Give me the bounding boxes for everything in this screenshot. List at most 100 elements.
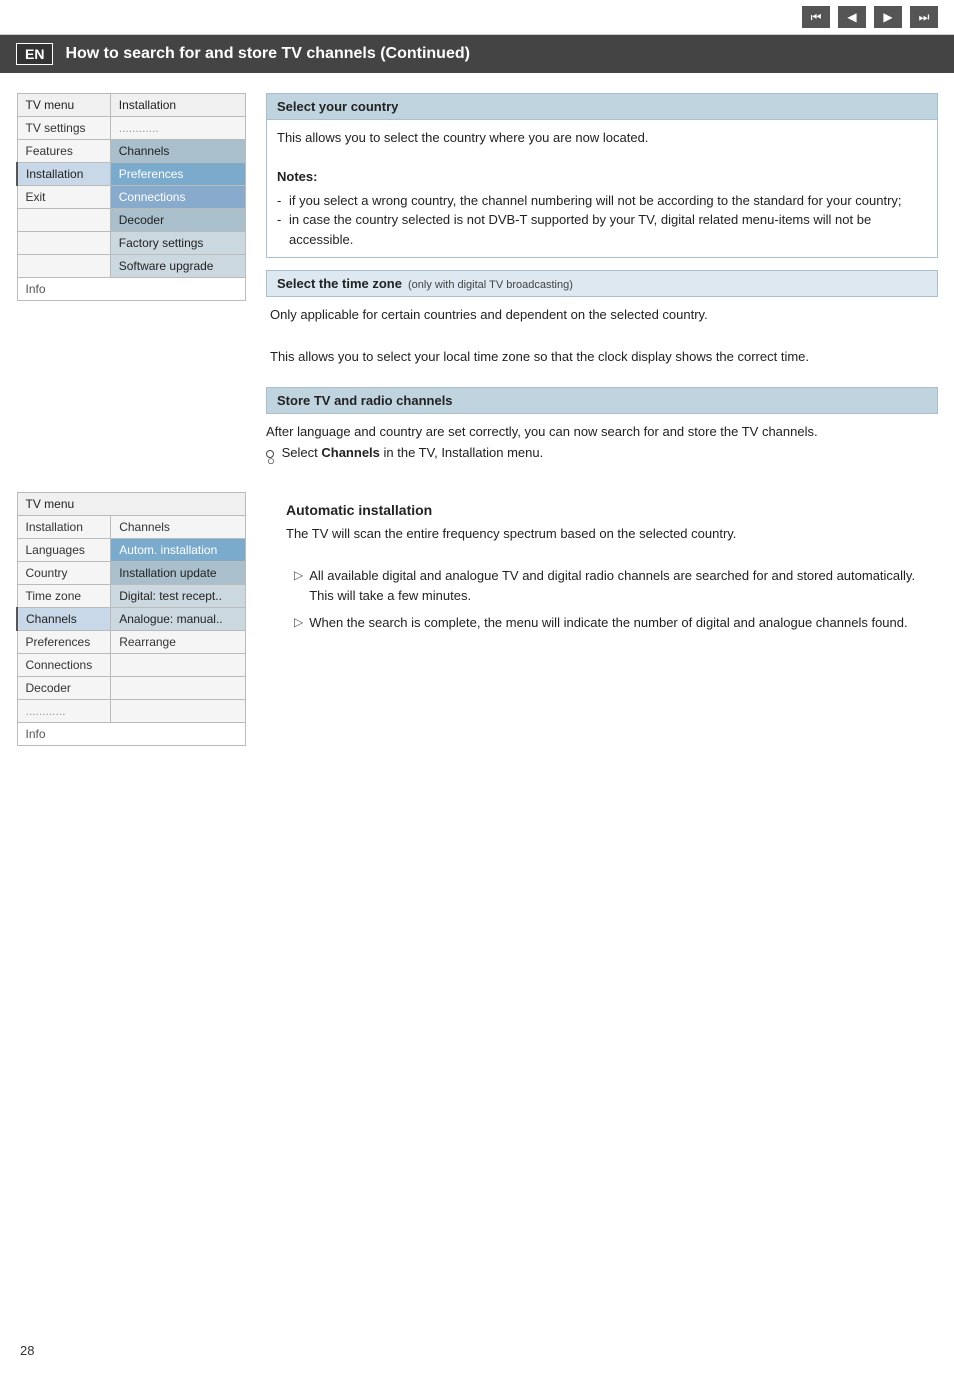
menu2-row8-col1: Decoder [17, 676, 111, 699]
auto-install-title: Automatic installation [286, 502, 938, 518]
menu2-row4-col2: Digital: test recept.. [111, 584, 246, 607]
store-select-bold: Channels [321, 445, 380, 460]
menu1-header-col1: TV menu [17, 94, 110, 117]
right-content: Select your country This allows you to s… [266, 93, 938, 464]
table-row: Country Installation update [17, 561, 246, 584]
nav-last-button[interactable]: ⏭ [910, 6, 938, 28]
timezone-title-text: Select the time zone [277, 276, 402, 291]
menu2-container: TV menu Installation Channels Languages … [16, 492, 266, 746]
table-row: Exit Connections [17, 186, 246, 209]
table-row: TV settings ............ [17, 117, 246, 140]
table-row: Decoder [17, 209, 246, 232]
auto-install-body: The TV will scan the entire frequency sp… [286, 524, 938, 634]
store-body: After language and country are set corre… [266, 422, 938, 464]
menu2-row8-col2 [111, 676, 246, 699]
menu2-info-label: Info [17, 722, 246, 745]
top-bar: ⏮ ◀ ▶ ⏭ [0, 0, 954, 35]
menu1-row1-col1: TV settings [17, 117, 110, 140]
notes-list: if you select a wrong country, the chann… [277, 191, 927, 250]
menu2-row7-col1: Connections [17, 653, 111, 676]
lang-badge: EN [16, 43, 53, 65]
menu2-header-row: TV menu [17, 492, 246, 515]
table-row: Time zone Digital: test recept.. [17, 584, 246, 607]
menu2-row2-col1: Languages [17, 538, 111, 561]
menu2-row3-col2: Installation update [111, 561, 246, 584]
store-section: Store TV and radio channels After langua… [266, 387, 938, 464]
store-select-prefix: Select [282, 445, 322, 460]
auto-install-item1: ▷ All available digital and analogue TV … [286, 566, 938, 608]
timezone-para1: Only applicable for certain countries an… [270, 305, 934, 326]
menu2-row9-col1: ............ [17, 699, 111, 722]
table-row: Connections [17, 653, 246, 676]
menu2-info-row: Info [17, 722, 246, 745]
menu1-header-col2: Installation [110, 94, 245, 117]
store-select: ○ Select Channels in the TV, Installatio… [266, 443, 938, 464]
menu2-row6-col2: Rearrange [111, 630, 246, 653]
menu2-row1-col1: Installation [17, 515, 111, 538]
select-country-title: Select your country [267, 94, 937, 120]
page-title: How to search for and store TV channels … [65, 45, 469, 63]
arrow-icon-2: ▷ [294, 613, 303, 634]
menu2-row7-col2 [111, 653, 246, 676]
table-row: Channels Analogue: manual.. [17, 607, 246, 630]
table-row: Preferences Rearrange [17, 630, 246, 653]
auto-install-para: The TV will scan the entire frequency sp… [286, 524, 938, 545]
store-select-suffix: in the TV, Installation menu. [380, 445, 543, 460]
menu1-row3-col1: Installation [17, 163, 110, 186]
select-country-para: This allows you to select the country wh… [277, 128, 927, 148]
menu1-row5-col2: Decoder [110, 209, 245, 232]
menu2-row1-col2: Channels [111, 515, 246, 538]
menu1-row2-col2: Channels [110, 140, 245, 163]
menu1-row6-col1 [17, 232, 110, 255]
auto-install-item2: ▷ When the search is complete, the menu … [286, 613, 938, 634]
auto-install-item1-text: All available digital and analogue TV an… [309, 566, 938, 608]
arrow-icon-1: ▷ [294, 566, 303, 608]
notes-label: Notes: [277, 167, 927, 187]
menu2-row9-col2 [111, 699, 246, 722]
table-row: Installation Preferences [17, 163, 246, 186]
table-row: Features Channels [17, 140, 246, 163]
menu1-row7-col1 [17, 255, 110, 278]
bottom-section: TV menu Installation Channels Languages … [0, 472, 954, 746]
menu1-table: TV menu Installation TV settings .......… [16, 93, 246, 301]
table-row: Languages Autom. installation [17, 538, 246, 561]
menu2-table: TV menu Installation Channels Languages … [16, 492, 246, 746]
select-country-section: Select your country This allows you to s… [266, 93, 938, 258]
table-row: Software upgrade [17, 255, 246, 278]
table-row: Installation Channels [17, 515, 246, 538]
main-content: TV menu Installation TV settings .......… [0, 73, 954, 464]
menu1-container: TV menu Installation TV settings .......… [16, 93, 266, 464]
menu1-row3-col2: Preferences [110, 163, 245, 186]
bullet-circle-icon: ○ [266, 450, 274, 458]
menu1-row7-col2: Software upgrade [110, 255, 245, 278]
store-para1: After language and country are set corre… [266, 422, 938, 443]
menu2-row3-col1: Country [17, 561, 111, 584]
nav-prev-button[interactable]: ◀ [838, 6, 866, 28]
nav-next-button[interactable]: ▶ [874, 6, 902, 28]
page-number: 28 [20, 1343, 34, 1358]
menu2-row4-col1: Time zone [17, 584, 111, 607]
timezone-body: Only applicable for certain countries an… [266, 305, 938, 367]
menu1-info-row: Info [17, 278, 246, 301]
menu1-info-label: Info [17, 278, 246, 301]
menu1-row4-col2: Connections [110, 186, 245, 209]
menu2-header: TV menu [17, 492, 246, 515]
table-row: Factory settings [17, 232, 246, 255]
timezone-title: Select the time zone (only with digital … [266, 270, 938, 297]
list-item: in case the country selected is not DVB-… [277, 210, 927, 249]
menu2-row5-col2: Analogue: manual.. [111, 607, 246, 630]
menu1-row5-col1 [17, 209, 110, 232]
auto-install-item2-text: When the search is complete, the menu wi… [309, 613, 907, 634]
timezone-section: Select the time zone (only with digital … [266, 270, 938, 367]
menu1-row6-col2: Factory settings [110, 232, 245, 255]
menu1-header-row: TV menu Installation [17, 94, 246, 117]
table-row: ............ [17, 699, 246, 722]
timezone-subtitle: (only with digital TV broadcasting) [408, 279, 573, 291]
auto-install-content: Automatic installation The TV will scan … [286, 492, 938, 746]
select-country-body: This allows you to select the country wh… [267, 120, 937, 257]
nav-first-button[interactable]: ⏮ [802, 6, 830, 28]
list-item: if you select a wrong country, the chann… [277, 191, 927, 211]
page-header: EN How to search for and store TV channe… [0, 35, 954, 73]
menu1-row2-col1: Features [17, 140, 110, 163]
store-title: Store TV and radio channels [266, 387, 938, 414]
